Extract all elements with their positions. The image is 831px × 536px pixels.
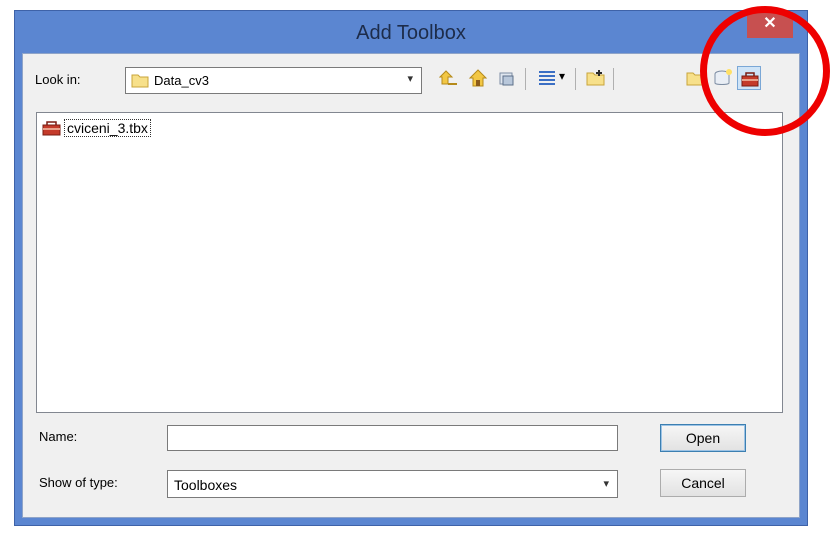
view-menu-button[interactable] — [535, 66, 559, 90]
look-in-dropdown[interactable]: Data_cv3 ▾ — [125, 67, 422, 94]
dialog-title: Add Toolbox — [356, 22, 466, 44]
close-button[interactable]: ✕ — [747, 12, 793, 38]
add-toolbox-dialog: Add Toolbox ✕ Look in: Data_cv3 ▾ ▾ cvic… — [14, 10, 808, 526]
toolbar-separator — [575, 68, 576, 90]
name-field[interactable] — [167, 425, 618, 451]
connect-folder-icon — [495, 68, 519, 88]
look-in-value: Data_cv3 — [154, 73, 209, 88]
show-of-type-dropdown[interactable]: Toolboxes ▾ — [167, 470, 618, 498]
new-folder-connection-button[interactable] — [684, 66, 708, 90]
new-geodatabase-icon — [711, 68, 735, 88]
name-label: Name: — [39, 429, 78, 444]
new-geodatabase-button[interactable] — [711, 66, 735, 90]
new-folder-icon — [584, 68, 608, 88]
folder-icon — [684, 68, 708, 88]
cancel-button[interactable]: Cancel — [660, 469, 746, 497]
folder-icon — [131, 73, 149, 91]
file-list[interactable]: cviceni_3.tbx — [36, 112, 783, 413]
toolbox-icon — [41, 119, 63, 140]
home-button[interactable] — [466, 66, 490, 90]
look-in-label: Look in: — [35, 72, 81, 87]
file-name: cviceni_3.tbx — [64, 119, 151, 137]
toolbar-separator — [525, 68, 526, 90]
up-one-level-button[interactable] — [437, 66, 461, 90]
close-icon: ✕ — [763, 15, 777, 32]
dialog-body: Look in: Data_cv3 ▾ ▾ cviceni_3.tbx Name… — [22, 53, 800, 518]
toolbar-separator — [613, 68, 614, 90]
connect-folder-button[interactable] — [495, 66, 519, 90]
view-menu-dropdown[interactable]: ▾ — [557, 66, 571, 90]
new-toolbox-icon — [738, 69, 760, 89]
show-of-type-value: Toolboxes — [174, 477, 238, 493]
up-one-level-icon — [437, 68, 461, 88]
chevron-down-icon: ▾ — [603, 478, 609, 490]
view-menu-icon — [535, 68, 559, 88]
new-toolbox-button[interactable] — [737, 66, 761, 90]
show-of-type-label: Show of type: — [39, 475, 118, 490]
open-button[interactable]: Open — [660, 424, 746, 452]
chevron-down-icon: ▾ — [559, 69, 566, 83]
chevron-down-icon: ▾ — [407, 73, 413, 85]
home-icon — [466, 68, 490, 88]
new-folder-button[interactable] — [584, 66, 608, 90]
